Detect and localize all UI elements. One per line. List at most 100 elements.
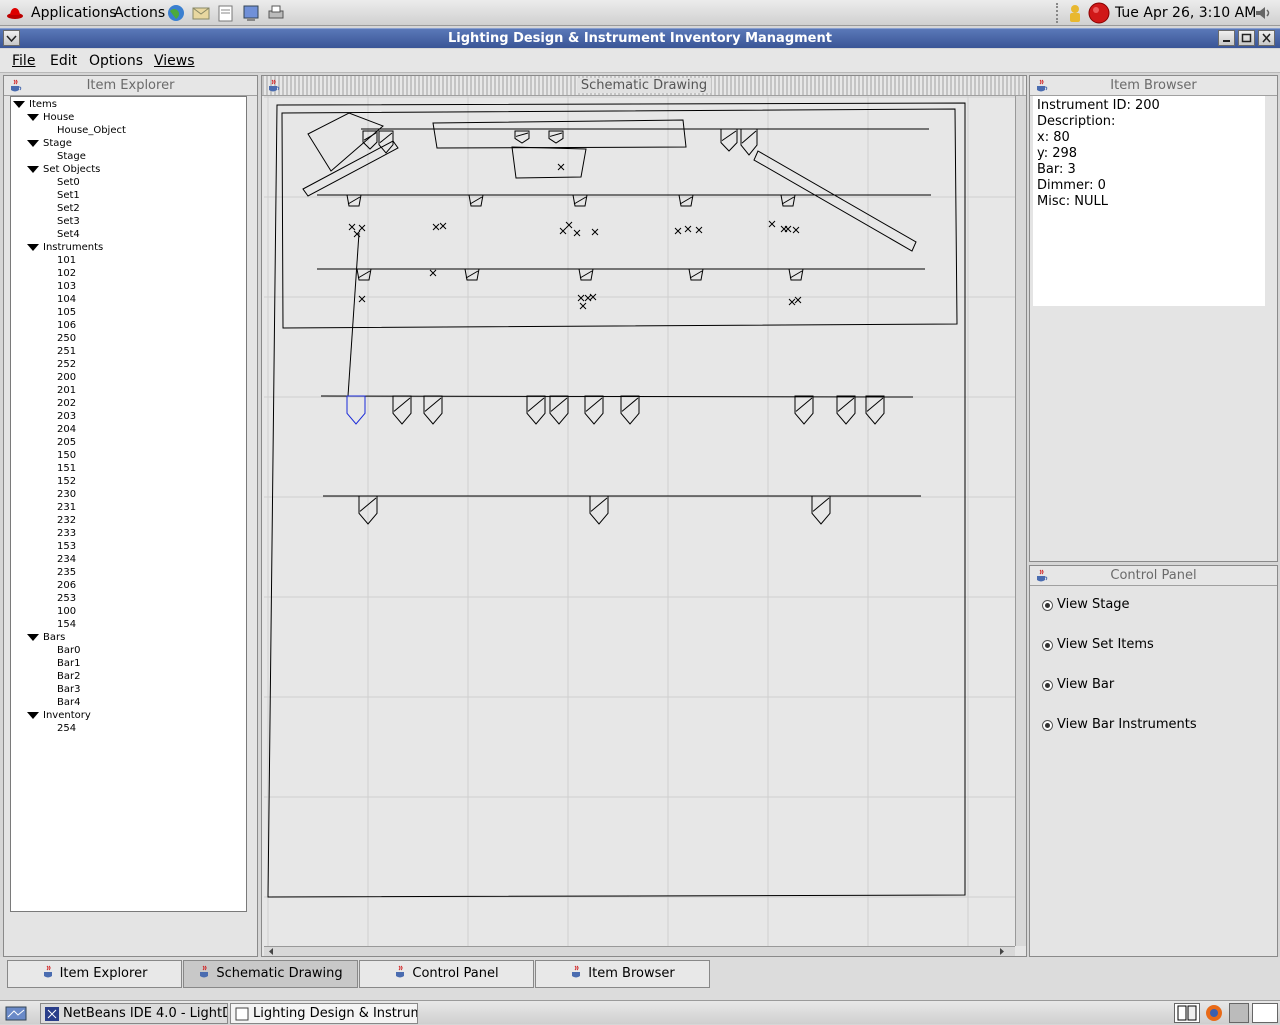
tree-node[interactable]: 234 (57, 553, 76, 566)
tree-expand-icon[interactable] (27, 114, 39, 121)
tree-node[interactable]: House_Object (57, 124, 126, 137)
tree-node[interactable]: Bar3 (57, 683, 80, 696)
tree-node[interactable]: 153 (57, 540, 76, 553)
scroll-right-icon[interactable] (997, 947, 1007, 956)
tree-node[interactable]: Instruments (43, 241, 103, 254)
tree-node[interactable]: Set2 (57, 202, 80, 215)
tree-node[interactable]: 101 (57, 254, 76, 267)
tab-item-explorer[interactable]: Item Explorer (7, 960, 182, 988)
impress-icon[interactable] (241, 3, 261, 23)
item-explorer-header[interactable]: Item Explorer (4, 76, 257, 96)
redhat-icon[interactable] (6, 5, 24, 21)
actions-menu[interactable]: Actions (114, 5, 165, 21)
vertical-scrollbar[interactable] (1015, 96, 1026, 946)
window-titlebar[interactable]: Lighting Design & Instrument Inventory M… (0, 28, 1280, 48)
tree-node[interactable]: Set1 (57, 189, 80, 202)
tree-node[interactable]: 231 (57, 501, 76, 514)
tree-node[interactable]: 103 (57, 280, 76, 293)
tree-expand-icon[interactable] (27, 244, 39, 251)
tree-node[interactable]: Stage (43, 137, 72, 150)
radio-button[interactable] (1042, 600, 1053, 611)
tree-node[interactable]: 230 (57, 488, 76, 501)
tree-node[interactable]: 152 (57, 475, 76, 488)
taskbar-item[interactable]: NetBeans IDE 4.0 - LightDe (40, 1003, 228, 1024)
schematic-header[interactable]: Schematic Drawing (262, 76, 1026, 96)
print-manager-icon[interactable] (266, 3, 286, 23)
tab-schematic-drawing[interactable]: Schematic Drawing (183, 960, 358, 988)
tab-item-browser[interactable]: Item Browser (535, 960, 710, 988)
scroll-left-icon[interactable] (266, 947, 276, 956)
schematic-canvas[interactable] (264, 96, 1015, 946)
web-browser-icon[interactable] (166, 3, 186, 23)
tree-node[interactable]: 150 (57, 449, 76, 462)
radio-button[interactable] (1042, 640, 1053, 651)
close-button[interactable] (1258, 30, 1275, 46)
tree-node[interactable]: 205 (57, 436, 76, 449)
tree-node[interactable]: 102 (57, 267, 76, 280)
workspace-2[interactable] (1229, 1003, 1249, 1023)
workspace-3[interactable] (1252, 1003, 1278, 1023)
tree-node[interactable]: Inventory (43, 709, 91, 722)
menu-file[interactable]: File (12, 53, 35, 69)
tree-node[interactable]: 100 (57, 605, 76, 618)
menu-options[interactable]: Options (89, 53, 143, 69)
tree-expand-icon[interactable] (27, 166, 39, 173)
tree-node[interactable]: 200 (57, 371, 76, 384)
tree-node[interactable]: 201 (57, 384, 76, 397)
item-browser-header[interactable]: Item Browser (1030, 76, 1277, 96)
item-tree[interactable]: Items House House_Object Stage Stage Set Obje… (10, 96, 247, 912)
email-icon[interactable] (191, 3, 211, 23)
writer-icon[interactable] (216, 3, 236, 23)
tree-node[interactable]: 253 (57, 592, 76, 605)
tree-node[interactable]: 250 (57, 332, 76, 345)
tree-node[interactable]: 151 (57, 462, 76, 475)
tab-control-panel[interactable]: Control Panel (359, 960, 534, 988)
update-alert-icon[interactable] (1088, 2, 1110, 24)
tree-node[interactable]: 202 (57, 397, 76, 410)
tree-node[interactable]: 206 (57, 579, 76, 592)
tree-node[interactable]: Bar4 (57, 696, 80, 709)
tree-node[interactable]: 254 (57, 722, 76, 735)
radio-label[interactable]: View Bar Instruments (1057, 717, 1197, 732)
tree-node[interactable]: Bar1 (57, 657, 80, 670)
maximize-button[interactable] (1238, 30, 1255, 46)
volume-icon[interactable] (1253, 4, 1273, 22)
tree-node[interactable]: House (43, 111, 74, 124)
user-icon[interactable] (1066, 3, 1084, 23)
show-desktop-icon[interactable] (4, 1004, 30, 1022)
workspace-switcher[interactable] (1174, 1003, 1200, 1023)
tree-node[interactable]: 232 (57, 514, 76, 527)
tree-node[interactable]: 104 (57, 293, 76, 306)
tree-node[interactable]: Set4 (57, 228, 80, 241)
clock[interactable]: Tue Apr 26, 3:10 AM (1115, 5, 1256, 21)
tree-node[interactable]: Stage (57, 150, 86, 163)
applications-menu[interactable]: Applications (31, 5, 117, 21)
tree-node[interactable]: Bar2 (57, 670, 80, 683)
minimize-button[interactable] (1218, 30, 1235, 46)
tree-node[interactable]: 154 (57, 618, 76, 631)
tree-node[interactable]: Bars (43, 631, 65, 644)
menu-views[interactable]: Views (154, 53, 195, 69)
tree-node[interactable]: Set Objects (43, 163, 100, 176)
menu-edit[interactable]: Edit (50, 53, 77, 69)
horizontal-scrollbar[interactable] (264, 946, 1015, 956)
tree-node[interactable]: Set3 (57, 215, 80, 228)
taskbar-item[interactable]: Lighting Design & Instrumen (230, 1003, 418, 1024)
tree-node[interactable]: 105 (57, 306, 76, 319)
tree-node[interactable]: 252 (57, 358, 76, 371)
tree-node[interactable]: 235 (57, 566, 76, 579)
tree-expand-icon[interactable] (27, 712, 39, 719)
tree-expand-icon[interactable] (13, 101, 25, 108)
tree-node[interactable]: 203 (57, 410, 76, 423)
control-panel-header[interactable]: Control Panel (1030, 566, 1277, 586)
firefox-icon[interactable] (1203, 1003, 1225, 1023)
tree-expand-icon[interactable] (27, 140, 39, 147)
tree-node[interactable]: 204 (57, 423, 76, 436)
radio-label[interactable]: View Set Items (1057, 637, 1154, 652)
radio-button[interactable] (1042, 680, 1053, 691)
tree-node[interactable]: Items (29, 98, 57, 111)
tree-node[interactable]: 106 (57, 319, 76, 332)
tree-node[interactable]: Set0 (57, 176, 80, 189)
tree-expand-icon[interactable] (27, 634, 39, 641)
tree-node[interactable]: Bar0 (57, 644, 80, 657)
